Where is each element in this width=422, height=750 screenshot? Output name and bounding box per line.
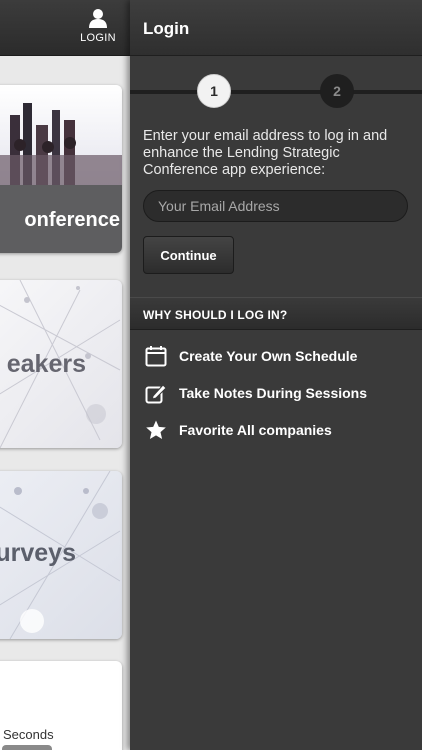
speakers-card-title: eakers xyxy=(6,350,86,378)
countdown-card[interactable]: Seconds xyxy=(0,661,122,750)
home-header: LOGIN xyxy=(0,0,130,56)
feature-label: Take Notes During Sessions xyxy=(179,385,368,401)
conference-card-title: onference xyxy=(24,209,120,231)
surveys-card[interactable]: urveys xyxy=(0,471,122,639)
speakers-card[interactable]: eakers xyxy=(0,280,122,448)
continue-button[interactable]: Continue xyxy=(143,236,234,274)
step-progress-line xyxy=(130,90,422,94)
login-header: Login xyxy=(130,0,422,56)
countdown-seconds-label: Seconds xyxy=(3,727,54,742)
step-1-indicator: 1 xyxy=(197,74,231,108)
conference-card[interactable]: onference xyxy=(0,85,122,253)
countdown-value-pill xyxy=(2,745,52,750)
edit-note-icon xyxy=(144,381,168,405)
surveys-card-title: urveys xyxy=(0,539,76,567)
why-login-heading: WHY SHOULD I LOG IN? xyxy=(143,308,288,322)
email-field[interactable] xyxy=(143,190,408,222)
login-instructions: Enter your email address to log in and e… xyxy=(143,128,388,178)
calendar-icon xyxy=(144,344,168,368)
why-login-section-header: WHY SHOULD I LOG IN? xyxy=(130,297,422,330)
conference-photo xyxy=(0,85,122,185)
user-icon xyxy=(89,9,107,28)
feature-label: Create Your Own Schedule xyxy=(179,348,358,364)
feature-take-notes: Take Notes During Sessions xyxy=(144,380,367,406)
feature-label: Favorite All companies xyxy=(179,422,332,438)
login-tab-label: LOGIN xyxy=(80,32,116,44)
star-icon xyxy=(144,418,168,442)
page-title: Login xyxy=(143,19,190,38)
login-tab[interactable]: LOGIN xyxy=(72,6,124,52)
feature-favorite: Favorite All companies xyxy=(144,417,332,443)
step-2-indicator: 2 xyxy=(320,74,354,108)
feature-create-schedule: Create Your Own Schedule xyxy=(144,343,357,369)
app-screen: LOGIN onference eakers urveys Seconds Lo… xyxy=(0,0,422,750)
login-panel: Login 1 2 Enter your email address to lo… xyxy=(130,0,422,750)
home-screen: LOGIN onference eakers urveys Seconds xyxy=(0,0,130,750)
